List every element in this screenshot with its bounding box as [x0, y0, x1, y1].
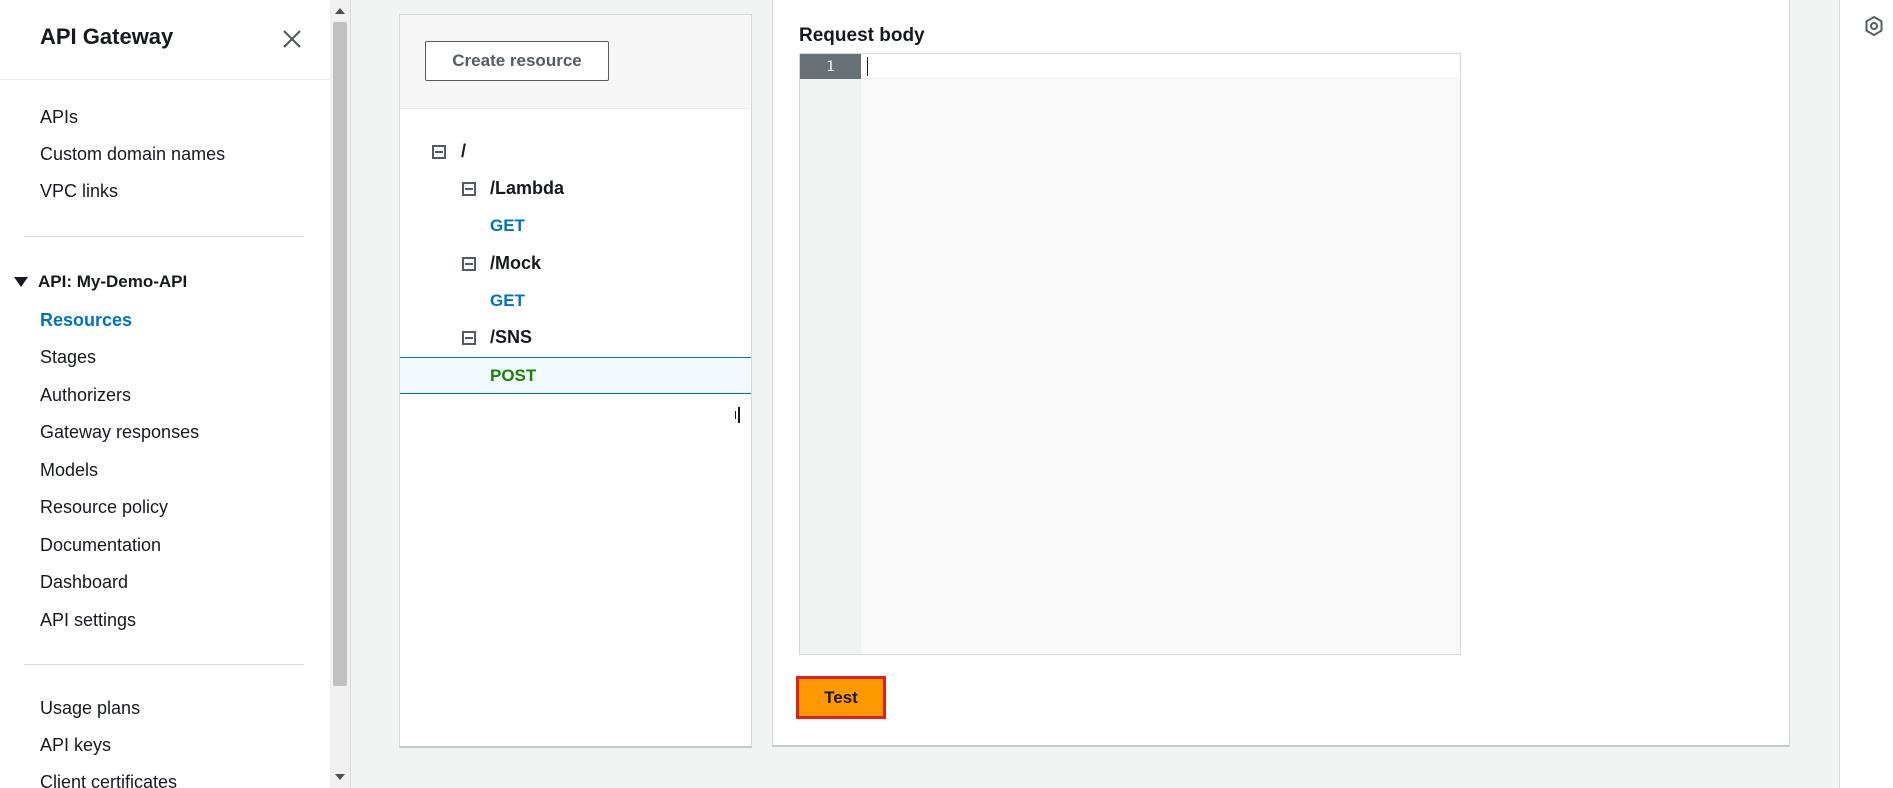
tree-row-method[interactable]: GET — [400, 207, 751, 244]
tree-row-root[interactable]: / — [400, 133, 751, 170]
create-resource-button[interactable]: Create resource — [425, 41, 609, 81]
nav-divider — [24, 664, 304, 665]
sidebar-scrollbar[interactable] — [330, 0, 350, 788]
sidebar-edge — [350, 0, 351, 788]
resources-panel: Create resource / /Lambda GET /Mock GET … — [399, 14, 752, 748]
nav-item-authorizers[interactable]: Authorizers — [40, 385, 131, 406]
collapse-icon[interactable] — [462, 181, 476, 196]
nav-item-stages[interactable]: Stages — [40, 347, 96, 368]
hexagon-settings-icon[interactable] — [1864, 15, 1884, 37]
request-body-label: Request body — [799, 25, 925, 46]
nav-item-dashboard[interactable]: Dashboard — [40, 572, 128, 593]
panel-resize-handle[interactable] — [735, 407, 740, 423]
scroll-up-icon[interactable] — [335, 8, 345, 14]
tree-row-mock[interactable]: /Mock — [400, 245, 751, 282]
nav-item-api-settings[interactable]: API settings — [40, 610, 136, 631]
method-post[interactable]: POST — [490, 366, 536, 386]
nav-item-usage-plans[interactable]: Usage plans — [40, 698, 140, 719]
tree-row-method-selected[interactable]: POST — [400, 357, 751, 394]
line-number: 1 — [800, 54, 861, 79]
nav-item-resource-policy[interactable]: Resource policy — [40, 497, 168, 518]
text-cursor — [867, 57, 868, 76]
side-navigation: API Gateway APIs Custom domain names VPC… — [0, 0, 330, 788]
method-test-panel: Request body 1 Test — [772, 0, 1790, 747]
sidebar-title: API Gateway — [40, 24, 174, 49]
resource-path[interactable]: /Lambda — [490, 178, 564, 199]
request-body-editor[interactable]: 1 — [799, 53, 1461, 655]
editor-text-area[interactable] — [861, 54, 1460, 654]
tree-row-method[interactable]: GET — [400, 282, 751, 319]
collapse-icon[interactable] — [462, 330, 476, 345]
method-get[interactable]: GET — [490, 216, 525, 236]
caret-down-icon — [14, 277, 28, 287]
resource-path[interactable]: /SNS — [490, 327, 532, 348]
nav-item-documentation[interactable]: Documentation — [40, 535, 161, 556]
nav-item-client-certificates[interactable]: Client certificates — [40, 772, 177, 788]
header-divider — [0, 79, 330, 80]
nav-item-gateway-responses[interactable]: Gateway responses — [40, 422, 199, 443]
nav-item-api-keys[interactable]: API keys — [40, 735, 111, 756]
method-get[interactable]: GET — [490, 291, 525, 311]
nav-divider — [24, 236, 304, 237]
close-icon[interactable] — [280, 27, 304, 51]
resource-path[interactable]: / — [461, 141, 466, 162]
nav-item-models[interactable]: Models — [40, 460, 98, 481]
scroll-down-icon[interactable] — [335, 774, 345, 780]
tree-row-lambda[interactable]: /Lambda — [400, 170, 751, 207]
nav-section-api[interactable]: API: My-Demo-API — [14, 272, 187, 292]
resources-toolbar: Create resource — [400, 15, 751, 109]
nav-item-apis[interactable]: APIs — [40, 107, 78, 128]
nav-item-custom-domain-names[interactable]: Custom domain names — [40, 144, 225, 165]
nav-section-title: API: My-Demo-API — [38, 272, 188, 291]
nav-item-resources[interactable]: Resources — [40, 310, 132, 331]
resource-path[interactable]: /Mock — [490, 253, 541, 274]
test-button[interactable]: Test — [796, 676, 886, 719]
nav-item-vpc-links[interactable]: VPC links — [40, 181, 118, 202]
tree-row-sns[interactable]: /SNS — [400, 319, 751, 356]
right-rail — [1840, 0, 1893, 788]
scroll-thumb[interactable] — [333, 22, 347, 686]
collapse-icon[interactable] — [432, 144, 446, 159]
collapse-icon[interactable] — [462, 256, 476, 271]
editor-gutter — [800, 54, 861, 654]
